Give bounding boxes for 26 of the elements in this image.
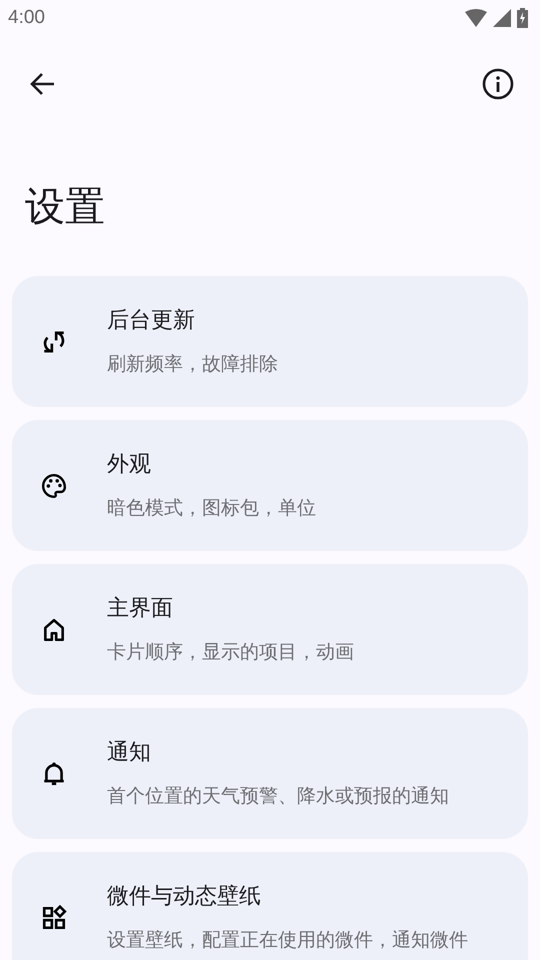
signal-icon <box>493 9 511 27</box>
info-icon <box>482 68 514 100</box>
card-subtitle: 暗色模式，图标包，单位 <box>107 496 316 520</box>
page-title: 设置 <box>24 183 106 232</box>
settings-card[interactable]: 主界面 卡片顺序，显示的项目，动画 <box>12 564 528 695</box>
battery-icon <box>517 8 528 28</box>
settings-card[interactable]: 后台更新 刷新频率，故障排除 <box>12 276 528 407</box>
card-title: 微件与动态壁纸 <box>107 882 262 910</box>
card-title: 主界面 <box>107 594 174 622</box>
refresh-icon <box>41 328 67 354</box>
card-subtitle: 刷新频率，故障排除 <box>107 352 278 376</box>
settings-card[interactable]: 微件与动态壁纸 设置壁纸，配置正在使用的微件，通知微件 <box>12 852 528 960</box>
widgets-icon <box>41 904 67 930</box>
card-subtitle: 卡片顺序，显示的项目，动画 <box>107 640 354 664</box>
card-subtitle: 设置壁纸，配置正在使用的微件，通知微件 <box>107 928 468 952</box>
card-title: 外观 <box>107 450 152 478</box>
palette-icon <box>41 472 67 498</box>
status-time: 4:00 <box>8 7 45 29</box>
wifi-icon <box>465 9 487 27</box>
settings-card[interactable]: 通知 首个位置的天气预警、降水或预报的通知 <box>12 708 528 839</box>
card-title: 后台更新 <box>107 306 196 334</box>
card-title: 通知 <box>107 738 152 766</box>
home-icon <box>41 616 67 642</box>
back-arrow-icon <box>29 72 55 96</box>
card-subtitle: 首个位置的天气预警、降水或预报的通知 <box>107 784 449 808</box>
settings-card[interactable]: 外观 暗色模式，图标包，单位 <box>12 420 528 551</box>
